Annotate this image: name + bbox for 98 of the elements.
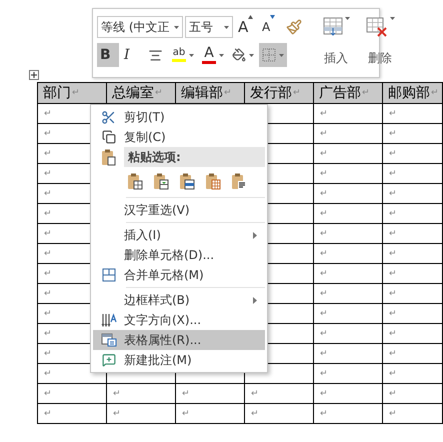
table-cell: ↵ xyxy=(245,384,314,404)
up-arrow-icon xyxy=(248,15,254,19)
table-cell: ↵ xyxy=(383,304,443,324)
merge-cells-icon xyxy=(102,268,116,282)
table-cell: ↵ xyxy=(383,184,443,204)
table-cell: ↵ xyxy=(245,404,314,424)
table-cell: ↵ xyxy=(314,244,383,264)
caret-icon xyxy=(390,17,394,20)
bold-button[interactable]: B xyxy=(97,43,119,67)
scissors-icon xyxy=(101,110,116,124)
column-title: 总编室 xyxy=(112,84,154,102)
table-properties-icon xyxy=(100,333,116,347)
paragraph-mark: ↵ xyxy=(431,88,439,98)
menu-item-label: 新建批注(M) xyxy=(124,352,193,368)
table-cell: ↵ xyxy=(107,384,176,404)
menu-item-label: 复制(C) xyxy=(124,128,167,146)
align-center-icon xyxy=(148,48,163,62)
table-cell: ↵ xyxy=(383,104,443,124)
table-cell: ↵ xyxy=(314,404,383,424)
table-cell: ↵ xyxy=(314,104,383,124)
table-cell: ↵ xyxy=(383,324,443,344)
table-cell: ↵ xyxy=(383,164,443,184)
column-title: 编辑部 xyxy=(181,84,223,102)
caret-icon xyxy=(174,26,179,28)
nested-table-paste-icon xyxy=(179,172,195,190)
insert-button[interactable]: 插入 xyxy=(317,15,355,73)
caret-icon xyxy=(344,17,350,20)
paragraph-mark: ↵ xyxy=(72,88,80,98)
paste-options-header: 粘贴选项: xyxy=(124,147,265,167)
menu-item-label: 插入(I) xyxy=(124,226,162,244)
table-cell: ↵ xyxy=(314,164,383,184)
table-cell: ↵ xyxy=(383,264,443,284)
table-cell: ↵ xyxy=(314,304,383,324)
table-cell: ↵ xyxy=(383,384,443,404)
paragraph-mark: ↵ xyxy=(155,88,163,98)
font-size-dropdown[interactable]: 五号 xyxy=(185,16,233,38)
clipboard-icon xyxy=(100,148,116,166)
table-cell: ↵ xyxy=(383,244,443,264)
table-cell: ↵ xyxy=(314,384,383,404)
menu-item-label: 文字方向(X)... xyxy=(124,312,202,328)
table-cell: ↵ xyxy=(314,264,383,284)
paint-bucket-icon xyxy=(232,48,246,62)
italic-button[interactable]: I xyxy=(121,43,143,67)
text-direction-icon xyxy=(100,313,116,327)
table-cell: ↵ xyxy=(383,224,443,244)
menu-item-label: 删除单元格(D)... xyxy=(124,246,216,264)
paragraph-mark: ↵ xyxy=(362,88,370,98)
table-cell: ↵ xyxy=(383,364,443,384)
delete-button[interactable]: 删除 xyxy=(361,15,399,73)
text-only-paste-icon xyxy=(231,172,247,190)
table-cell: ↵ xyxy=(314,124,383,144)
table-cell: ↵ xyxy=(38,384,107,404)
table-cell: ↵ xyxy=(314,324,383,344)
font-dropdown[interactable]: 等线 (中文正 xyxy=(97,16,183,38)
table-cell: ↵ xyxy=(314,224,383,244)
column-title: 发行部 xyxy=(250,84,292,102)
keep-formatting-paste-icon xyxy=(127,172,143,190)
table-cell: ↵ xyxy=(383,284,443,304)
column-title: 广告部 xyxy=(319,84,361,102)
shrink-font-button[interactable]: A xyxy=(259,15,281,39)
column-title: 部门 xyxy=(43,84,71,102)
table-cell: ↵ xyxy=(314,144,383,164)
insert-row-icon xyxy=(322,17,342,37)
menu-item-label: 边框样式(B) xyxy=(124,292,191,308)
menu-item[interactable]: 表格属性(R)... xyxy=(93,330,265,350)
down-arrow-icon xyxy=(270,15,276,19)
table-cell: ↵ xyxy=(107,404,176,424)
highlight-button[interactable]: ab xyxy=(169,43,197,67)
table-cell: ↵ xyxy=(314,364,383,384)
caret-icon xyxy=(224,26,229,28)
table-cell: ↵ xyxy=(383,144,443,164)
table-cell: ↵ xyxy=(314,184,383,204)
table-cell: ↵ xyxy=(383,124,443,144)
table-cell: ↵ xyxy=(176,384,245,404)
move-handle-icon[interactable] xyxy=(29,70,39,80)
table-cell: ↵ xyxy=(383,404,443,424)
paragraph-mark: ↵ xyxy=(224,88,232,98)
menu-item-label: 表格属性(R)... xyxy=(124,332,202,348)
merge-table-paste-icon xyxy=(153,172,169,190)
menu-item-label: 汉字重选(V) xyxy=(124,202,191,218)
column-title: 邮购部 xyxy=(388,84,430,102)
table-cell: ↵ xyxy=(314,284,383,304)
table-cell: ↵ xyxy=(314,204,383,224)
paragraph-mark: ↵ xyxy=(293,88,301,98)
grow-font-button[interactable]: A xyxy=(235,15,257,39)
font-color-button[interactable]: A xyxy=(199,43,227,67)
insert-rows-paste-icon xyxy=(205,172,221,190)
table-cell: ↵ xyxy=(176,404,245,424)
menu-item-label: 合并单元格(M) xyxy=(124,266,205,284)
comment-icon xyxy=(102,353,116,367)
table-cell: ↵ xyxy=(38,404,107,424)
table-cell: ↵ xyxy=(383,204,443,224)
table-cell: ↵ xyxy=(383,344,443,364)
copy-icon xyxy=(102,130,116,144)
borders-icon xyxy=(262,48,276,62)
menu-item-label: 剪切(T) xyxy=(124,108,166,126)
format-painter-icon[interactable] xyxy=(286,19,302,35)
table-cell: ↵ xyxy=(314,344,383,364)
